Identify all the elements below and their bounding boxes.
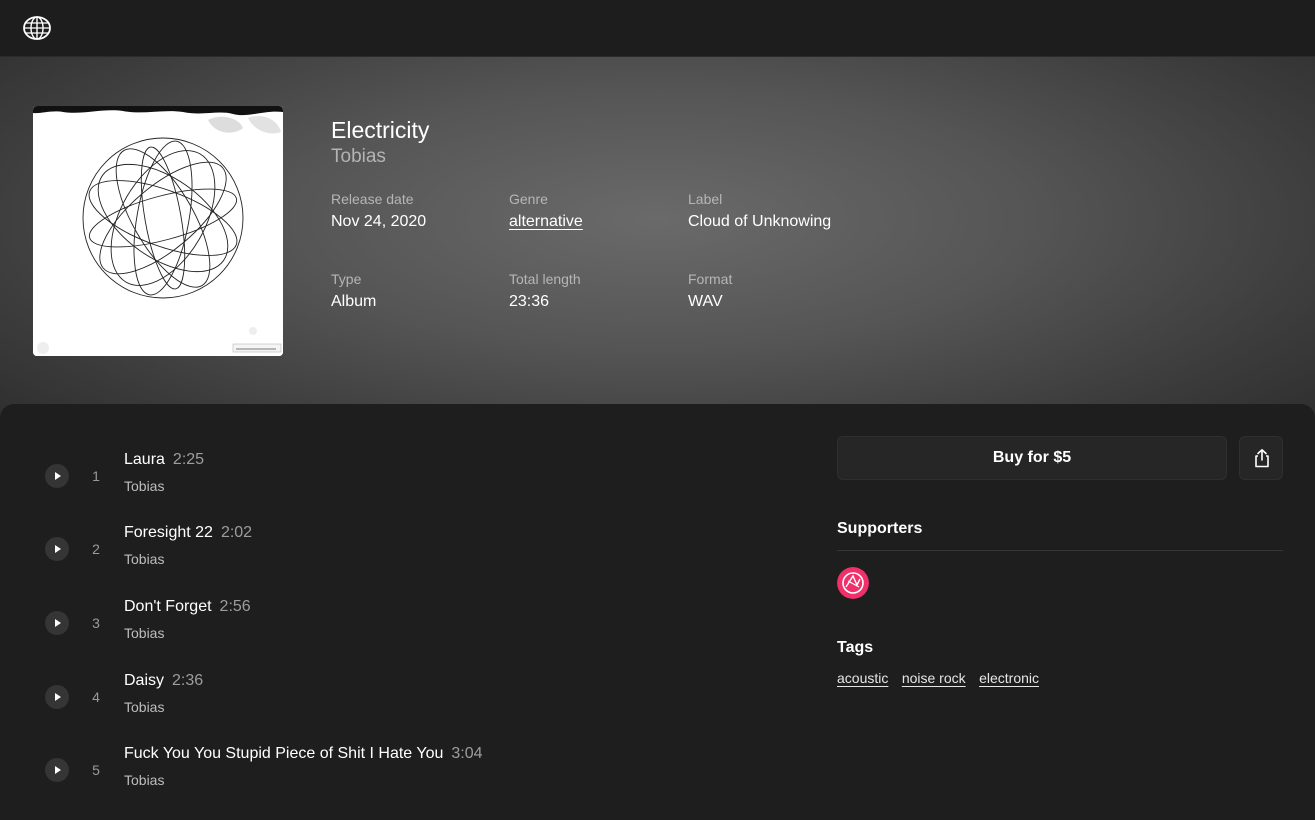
tags-heading: Tags bbox=[837, 639, 874, 656]
section-divider bbox=[837, 550, 1283, 551]
meta-label: Total length bbox=[509, 271, 581, 287]
meta-total-length: Total length 23:36 bbox=[509, 271, 689, 311]
album-header: Electricity Tobias Release date Nov 24, … bbox=[0, 57, 1315, 417]
meta-type: Type Album bbox=[331, 271, 511, 311]
meta-label: Format bbox=[688, 271, 733, 287]
tag-link[interactable]: noise rock bbox=[902, 670, 966, 686]
play-icon[interactable] bbox=[45, 464, 69, 488]
meta-release-date: Release date Nov 24, 2020 bbox=[331, 191, 511, 231]
top-bar bbox=[0, 0, 1315, 57]
globe-logo-icon[interactable] bbox=[22, 15, 52, 41]
meta-value: Nov 24, 2020 bbox=[331, 213, 427, 230]
track-row: 4 Daisy 2:36 Tobias bbox=[0, 672, 800, 732]
meta-value: Album bbox=[331, 293, 377, 310]
track-title-text: Laura bbox=[124, 451, 165, 468]
meta-value: Cloud of Unknowing bbox=[688, 213, 832, 230]
tag-link[interactable]: electronic bbox=[979, 670, 1039, 686]
track-row: 1 Laura 2:25 Tobias bbox=[0, 451, 800, 511]
track-artist[interactable]: Tobias bbox=[124, 551, 164, 567]
supporters-heading: Supporters bbox=[837, 520, 923, 537]
track-artist[interactable]: Tobias bbox=[124, 625, 164, 641]
track-row: 5 Fuck You You Stupid Piece of Shit I Ha… bbox=[0, 745, 800, 805]
track-title[interactable]: Daisy 2:36 bbox=[124, 672, 203, 690]
play-icon[interactable] bbox=[45, 611, 69, 635]
genre-link[interactable]: alternative bbox=[509, 213, 689, 231]
supporter-avatar[interactable] bbox=[837, 567, 869, 599]
tag-link[interactable]: acoustic bbox=[837, 670, 888, 686]
track-title[interactable]: Don't Forget 2:56 bbox=[124, 598, 251, 616]
album-artist-link[interactable]: Tobias bbox=[331, 146, 386, 168]
play-icon[interactable] bbox=[45, 537, 69, 561]
track-duration: 3:04 bbox=[451, 745, 483, 762]
album-title: Electricity bbox=[331, 117, 430, 143]
track-number: 5 bbox=[92, 762, 100, 778]
meta-format: Format WAV bbox=[688, 271, 868, 311]
play-icon[interactable] bbox=[45, 758, 69, 782]
buy-button[interactable]: Buy for $5 bbox=[837, 436, 1227, 480]
track-title-text: Daisy bbox=[124, 672, 165, 689]
meta-label: Label bbox=[688, 191, 723, 207]
track-number: 1 bbox=[92, 468, 100, 484]
meta-label-name: Label Cloud of Unknowing bbox=[688, 191, 868, 231]
track-row: 2 Foresight 22 2:02 Tobias bbox=[0, 524, 800, 584]
track-title[interactable]: Foresight 22 2:02 bbox=[124, 524, 252, 542]
album-cover bbox=[33, 106, 283, 356]
share-button[interactable] bbox=[1239, 436, 1283, 480]
content-panel: 1 Laura 2:25 Tobias 2 Foresight 22 2:02 To… bbox=[0, 404, 1315, 820]
track-title-text: Don't Forget bbox=[124, 598, 212, 615]
album-cover-drawing bbox=[33, 106, 283, 356]
track-title[interactable]: Laura 2:25 bbox=[124, 451, 204, 469]
track-duration: 2:56 bbox=[219, 598, 251, 615]
track-artist[interactable]: Tobias bbox=[124, 772, 164, 788]
track-number: 4 bbox=[92, 689, 100, 705]
play-icon[interactable] bbox=[45, 685, 69, 709]
track-number: 3 bbox=[92, 615, 100, 631]
track-duration: 2:25 bbox=[172, 451, 205, 468]
meta-value: WAV bbox=[688, 293, 723, 310]
track-title[interactable]: Fuck You You Stupid Piece of Shit I Hate… bbox=[124, 745, 483, 763]
meta-genre: Genre alternative bbox=[509, 191, 689, 231]
track-artist[interactable]: Tobias bbox=[124, 478, 164, 494]
track-title-text: Fuck You You Stupid Piece of Shit I Hate… bbox=[124, 745, 444, 762]
track-artist[interactable]: Tobias bbox=[124, 699, 164, 715]
tags-list: acoustic noise rock electronic bbox=[837, 670, 1048, 688]
track-duration: 2:02 bbox=[220, 524, 253, 541]
track-title-text: Foresight 22 bbox=[124, 524, 213, 541]
share-icon bbox=[1255, 449, 1269, 468]
meta-label: Release date bbox=[331, 191, 414, 207]
meta-label: Genre bbox=[509, 191, 548, 207]
meta-value: 23:36 bbox=[509, 293, 550, 310]
track-number: 2 bbox=[92, 541, 100, 557]
meta-label: Type bbox=[331, 271, 362, 287]
track-row: 3 Don't Forget 2:56 Tobias bbox=[0, 598, 800, 658]
track-duration: 2:36 bbox=[172, 672, 204, 689]
